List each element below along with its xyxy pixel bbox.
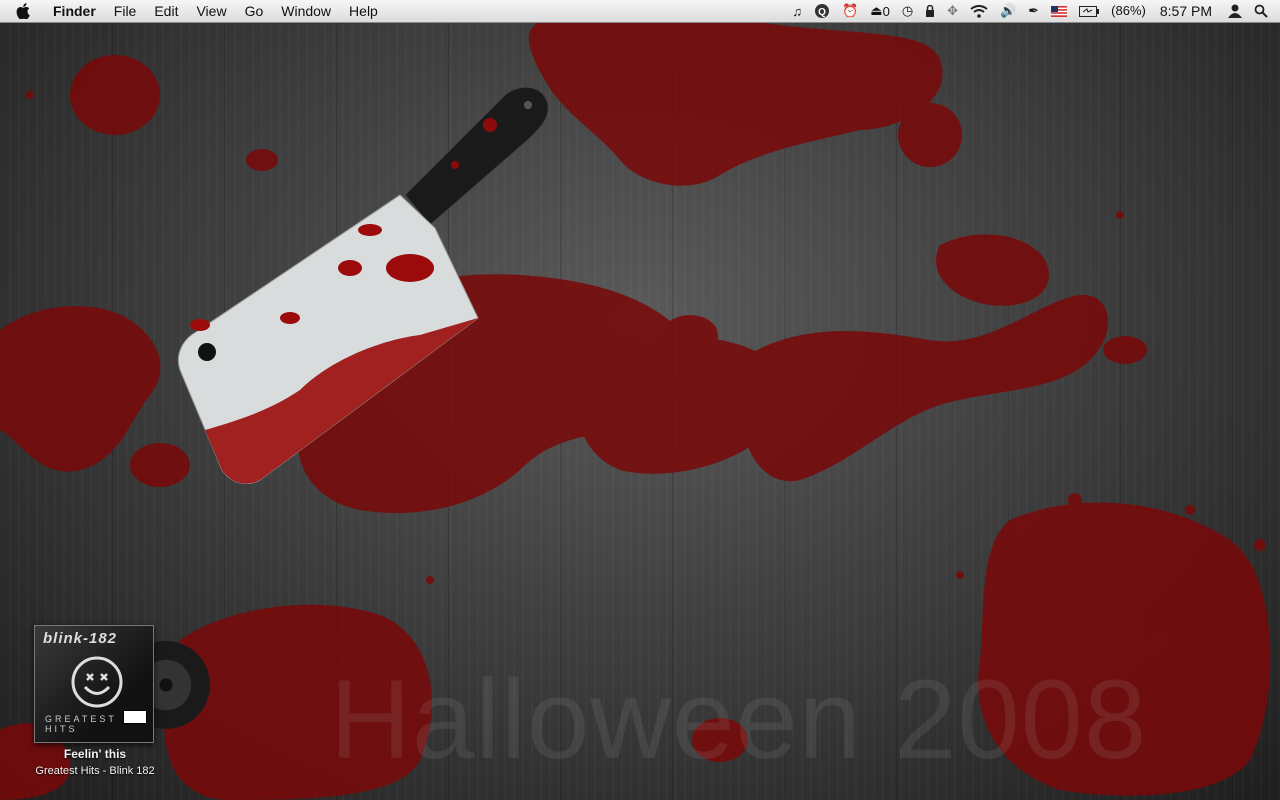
menu-bar: Finder File Edit View Go Window Help ♫ Q… [0, 0, 1280, 23]
menu-go[interactable]: Go [236, 0, 273, 22]
eject-icon[interactable]: ⏏ 0 [864, 0, 896, 22]
wifi-icon[interactable] [964, 0, 994, 22]
volume-icon[interactable]: 🔊 [994, 0, 1022, 22]
wallpaper-watermark-text: Halloween 2008 [330, 657, 1148, 782]
album-art[interactable]: blink-182 GREATEST HITS [34, 625, 154, 743]
now-playing-widget: blink-182 GREATEST HITS Feelin' this Gre… [20, 625, 210, 785]
bluetooth-icon[interactable]: ✥ [941, 0, 964, 22]
battery-icon[interactable] [1073, 0, 1105, 22]
svg-text:Q: Q [818, 7, 826, 18]
menu-file[interactable]: File [105, 0, 146, 22]
q-icon[interactable]: Q [808, 0, 836, 22]
apple-icon[interactable] [16, 3, 36, 19]
music-note-icon[interactable]: ♫ [786, 0, 808, 22]
time-machine-icon[interactable]: ◷ [896, 0, 919, 22]
battery-percentage: (86%) [1111, 3, 1146, 18]
album-band-logo: blink-182 [43, 630, 118, 647]
pen-icon[interactable]: ✒ [1022, 0, 1045, 22]
menu-edit[interactable]: Edit [145, 0, 187, 22]
menu-view[interactable]: View [187, 0, 235, 22]
menubar-clock[interactable]: 8:57 PM [1152, 0, 1222, 22]
track-album-artist: Greatest Hits - Blink 182 [35, 765, 155, 777]
track-title: Feelin' this [63, 747, 127, 761]
alarm-clock-icon[interactable]: ⏰ [836, 0, 864, 22]
lock-icon[interactable] [919, 0, 941, 22]
menu-finder[interactable]: Finder [44, 0, 105, 22]
menu-help[interactable]: Help [340, 0, 387, 22]
menu-window[interactable]: Window [272, 0, 340, 22]
smiley-logo-icon [71, 656, 123, 708]
us-flag-icon[interactable] [1045, 0, 1073, 22]
eject-count: 0 [882, 3, 890, 19]
user-icon[interactable] [1222, 0, 1248, 22]
spotlight-icon[interactable] [1248, 0, 1280, 22]
album-subtitle: GREATEST HITS [45, 714, 117, 734]
